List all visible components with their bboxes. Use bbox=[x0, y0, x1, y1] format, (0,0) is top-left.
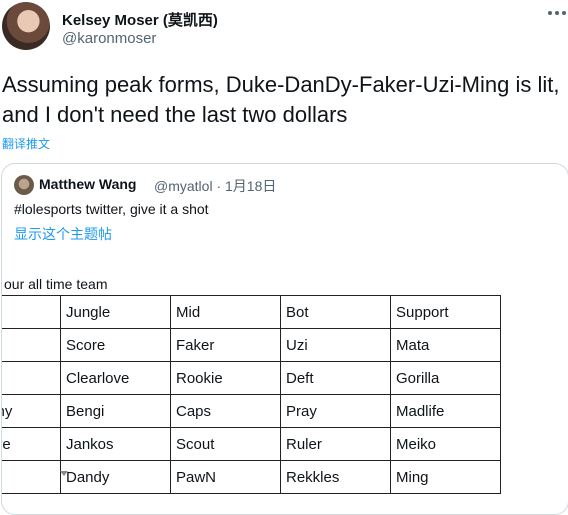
table-header-row: Jungle Mid Bot Support bbox=[2, 295, 501, 329]
table-cell: Ruler bbox=[280, 427, 391, 461]
author-name[interactable]: Kelsey Moser (莫凯西) bbox=[62, 9, 218, 30]
table-cell: shy bbox=[2, 394, 61, 428]
sheet-title: our all time team bbox=[4, 276, 108, 292]
table-row: nClearloveRookieDeftGorilla bbox=[2, 361, 501, 395]
table-row: bScoreFakerUziMata bbox=[2, 328, 501, 362]
table-cell: Bengi bbox=[60, 394, 171, 428]
table-cell: Dandy bbox=[60, 460, 171, 494]
translate-tweet-link[interactable]: 翻译推文 bbox=[2, 135, 50, 152]
table-cell: PawN bbox=[170, 460, 281, 494]
table-row: shyBengiCapsPrayMadlife bbox=[2, 394, 501, 428]
quoted-author-name: Matthew Wang bbox=[39, 176, 137, 192]
dropdown-arrow-icon bbox=[60, 471, 68, 476]
table-cell: e bbox=[2, 460, 61, 494]
table-cell: Pray bbox=[280, 394, 391, 428]
table-cell: Uzi bbox=[280, 328, 391, 362]
table-cell: Ming bbox=[390, 460, 501, 494]
table-cell: Jungle bbox=[60, 295, 171, 329]
more-horizontal-icon[interactable] bbox=[548, 11, 566, 17]
tweet-text: Assuming peak forms, Duke-DanDy-Faker-Uz… bbox=[2, 72, 560, 127]
table-cell: Jankos bbox=[60, 427, 171, 461]
table-cell: Deft bbox=[280, 361, 391, 395]
table-cell: Meiko bbox=[390, 427, 501, 461]
table-cell: Clearlove bbox=[60, 361, 171, 395]
table-cell: Gorilla bbox=[390, 361, 501, 395]
author-avatar[interactable] bbox=[2, 2, 50, 50]
table-row: dreJankosScoutRulerMeiko bbox=[2, 427, 501, 461]
table-cell: Rekkles bbox=[280, 460, 391, 494]
author-handle[interactable]: @karonmoser bbox=[62, 30, 156, 47]
table-cell: b bbox=[2, 328, 61, 362]
quoted-author-avatar bbox=[14, 175, 34, 195]
table-cell: Faker bbox=[170, 328, 281, 362]
table-cell: Mata bbox=[390, 328, 501, 362]
team-table: JungleMidBotSupportbScoreFakerUziMatanCl… bbox=[2, 295, 501, 494]
table-cell: Madlife bbox=[390, 394, 501, 428]
table-cell: dre bbox=[2, 427, 61, 461]
table-cell: Bot bbox=[280, 295, 391, 329]
table-cell: Mid bbox=[170, 295, 281, 329]
table-cell: Scout bbox=[170, 427, 281, 461]
table-cell: Support bbox=[390, 295, 501, 329]
show-thread-link[interactable]: 显示这个主题帖 bbox=[14, 224, 112, 244]
table-cell: n bbox=[2, 361, 61, 395]
table-cell: Rookie bbox=[170, 361, 281, 395]
table-cell bbox=[2, 295, 61, 329]
table-row: eDandyPawNRekklesMing bbox=[2, 460, 501, 494]
quoted-author-meta: @myatlol · 1月18日 bbox=[154, 178, 277, 194]
quoted-tweet-text: #lolesports twitter, give it a shot bbox=[14, 201, 209, 217]
table-cell: Score bbox=[60, 328, 171, 362]
quoted-tweet-card[interactable]: Matthew Wang @myatlol · 1月18日 #lolesport… bbox=[1, 163, 568, 515]
table-cell: Caps bbox=[170, 394, 281, 428]
